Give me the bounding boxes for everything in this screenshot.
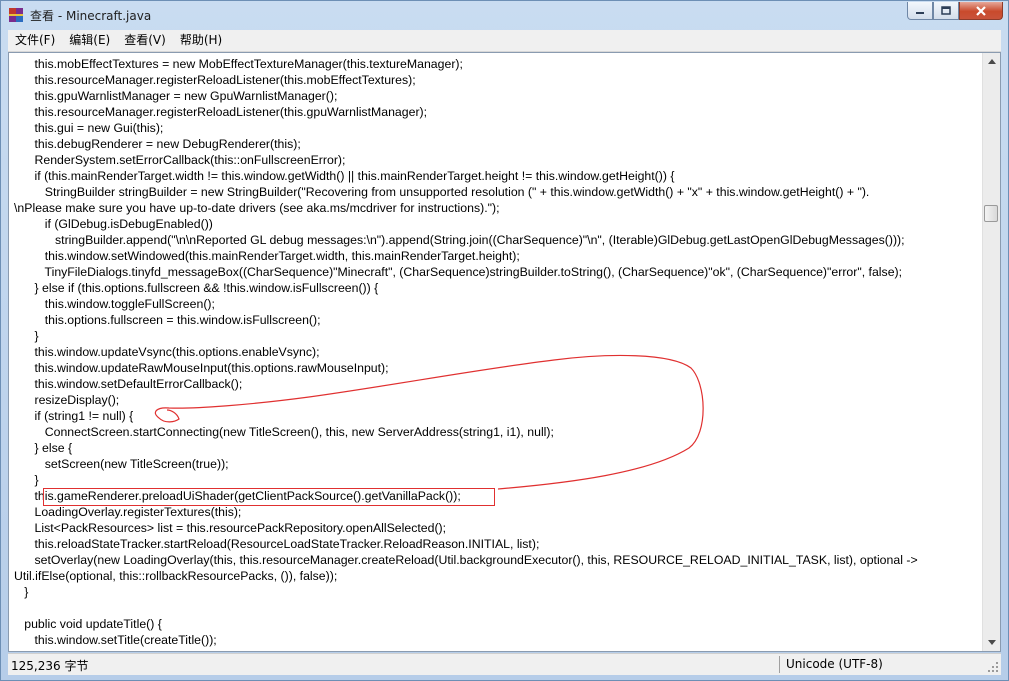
code-text[interactable]: this.mobEffectTextures = new MobEffectTe… xyxy=(14,56,982,648)
code-line: stringBuilder.append("\n\nReported GL de… xyxy=(14,233,905,247)
code-line: } else if (this.options.fullscreen && !t… xyxy=(14,281,379,295)
code-line: if (this.mainRenderTarget.width != this.… xyxy=(14,169,675,183)
menu-edit[interactable]: 编辑(E) xyxy=(62,30,117,51)
code-line: LoadingOverlay.registerTextures(this); xyxy=(14,505,242,519)
code-line: this.resourceManager.registerReloadListe… xyxy=(14,105,428,119)
code-line: this.gameRenderer.preloadUiShader(getCli… xyxy=(14,489,461,503)
code-line: StringBuilder stringBuilder = new String… xyxy=(14,185,870,199)
file-size: 125,236 字节 xyxy=(11,659,89,673)
menu-view[interactable]: 查看(V) xyxy=(117,30,173,51)
code-line: if (string1 != null) { xyxy=(14,409,134,423)
text-viewer[interactable]: this.mobEffectTextures = new MobEffectTe… xyxy=(8,52,1001,652)
code-line: if (GlDebug.isDebugEnabled()) xyxy=(14,217,213,231)
code-line: resizeDisplay(); xyxy=(14,393,120,407)
code-line: this.window.toggleFullScreen(); xyxy=(14,297,215,311)
code-line: this.resourceManager.registerReloadListe… xyxy=(14,73,416,87)
code-line: this.window.updateVsync(this.options.ena… xyxy=(14,345,320,359)
window-title: 查看 - Minecraft.java xyxy=(30,9,152,23)
code-line: this.gpuWarnlistManager = new GpuWarnlis… xyxy=(14,89,338,103)
viewer-window: 查看 - Minecraft.java 文件(F) 编辑(E) 查看(V) 帮助… xyxy=(0,0,1009,681)
menu-file[interactable]: 文件(F) xyxy=(8,30,62,51)
code-line: this.options.fullscreen = this.window.is… xyxy=(14,313,321,327)
close-button[interactable] xyxy=(959,2,1003,20)
winrar-viewer-icon xyxy=(9,8,23,22)
window-controls xyxy=(907,2,1003,20)
code-line: ConnectScreen.startConnecting(new TitleS… xyxy=(14,425,554,439)
code-line: public void updateTitle() { xyxy=(14,617,162,631)
scroll-down-button[interactable] xyxy=(983,634,1000,651)
code-line: Util.ifElse(optional, this::rollbackReso… xyxy=(14,569,338,583)
maximize-button[interactable] xyxy=(933,2,959,20)
code-line: this.window.setWindowed(this.mainRenderT… xyxy=(14,249,520,263)
code-line: } xyxy=(14,329,39,343)
code-line: this.window.setTitle(createTitle()); xyxy=(14,633,217,647)
close-icon xyxy=(976,5,986,16)
code-line: this.gui = new Gui(this); xyxy=(14,121,164,135)
title-bar[interactable]: 查看 - Minecraft.java xyxy=(1,1,1008,29)
scroll-up-button[interactable] xyxy=(983,53,1000,70)
status-bar: 125,236 字节 Unicode (UTF-8) xyxy=(8,653,1001,675)
code-line: this.reloadStateTracker.startReload(Reso… xyxy=(14,537,540,551)
code-line: } xyxy=(14,473,39,487)
vertical-scrollbar[interactable] xyxy=(982,53,1000,651)
menu-bar: 文件(F) 编辑(E) 查看(V) 帮助(H) xyxy=(8,30,1001,52)
minimize-button[interactable] xyxy=(907,2,933,20)
scroll-thumb[interactable] xyxy=(984,205,998,222)
code-line: setOverlay(new LoadingOverlay(this, this… xyxy=(14,553,918,567)
code-line: List<PackResources> list = this.resource… xyxy=(14,521,447,535)
maximize-icon xyxy=(941,6,951,15)
encoding-label: Unicode (UTF-8) xyxy=(786,657,883,671)
code-line: this.mobEffectTextures = new MobEffectTe… xyxy=(14,57,463,71)
code-line: } xyxy=(14,585,29,599)
resize-grip-icon[interactable] xyxy=(987,661,999,673)
code-line: TinyFileDialogs.tinyfd_messageBox((CharS… xyxy=(14,265,903,279)
code-line: setScreen(new TitleScreen(true)); xyxy=(14,457,229,471)
code-line: RenderSystem.setErrorCallback(this::onFu… xyxy=(14,153,346,167)
code-line: } else { xyxy=(14,441,73,455)
code-line: this.window.updateRawMouseInput(this.opt… xyxy=(14,361,389,375)
code-line: this.debugRenderer = new DebugRenderer(t… xyxy=(14,137,301,151)
status-divider xyxy=(779,656,780,673)
code-line: \nPlease make sure you have up-to-date d… xyxy=(14,201,500,215)
code-line: this.window.setDefaultErrorCallback(); xyxy=(14,377,243,391)
arrow-down-icon xyxy=(987,640,996,645)
minimize-icon xyxy=(916,11,924,14)
menu-help[interactable]: 帮助(H) xyxy=(173,30,229,51)
arrow-up-icon xyxy=(987,59,996,64)
